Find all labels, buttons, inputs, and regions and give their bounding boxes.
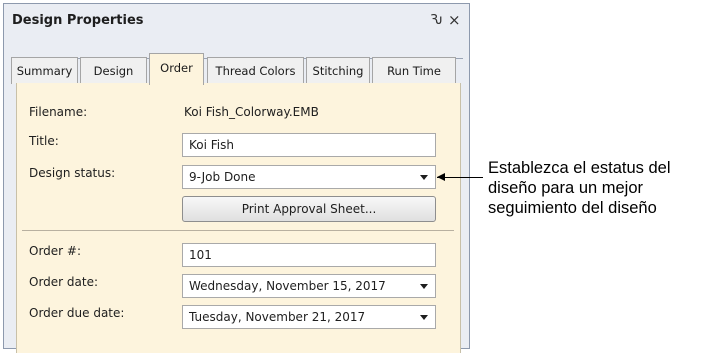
order-number-input[interactable]: 101 (182, 243, 436, 267)
order-due-date-value: Tuesday, November 21, 2017 (189, 310, 366, 324)
print-approval-sheet-button[interactable]: Print Approval Sheet... (182, 196, 436, 222)
callout-annotation: Establezca el estatus del diseño para un… (488, 158, 724, 218)
chevron-down-icon[interactable] (420, 175, 428, 180)
tab-order[interactable]: Order (149, 53, 204, 85)
close-icon[interactable]: × (448, 11, 461, 29)
callout-arrow-icon (437, 173, 445, 181)
tab-stitching[interactable]: Stitching (306, 57, 370, 84)
panel-titlebar: Design Properties Ԅ × (4, 4, 469, 37)
order-date-picker[interactable]: Wednesday, November 15, 2017 (182, 274, 436, 298)
order-number-label: Order #: (29, 244, 82, 258)
tab-run-time-label: Run Time (387, 64, 441, 78)
design-status-select[interactable]: 9-Job Done (182, 165, 436, 189)
title-label: Title: (29, 134, 59, 148)
tab-design[interactable]: Design (80, 57, 147, 84)
tab-design-label: Design (93, 64, 134, 78)
callout-line-1: Establezca el estatus del (488, 159, 671, 177)
design-status-value: 9-Job Done (189, 170, 256, 184)
filename-label: Filename: (29, 105, 88, 119)
callout-line-2: diseño para un mejor (488, 179, 644, 197)
pin-icon[interactable]: Ԅ (430, 13, 443, 28)
tab-order-label: Order (160, 61, 193, 75)
order-due-date-picker[interactable]: Tuesday, November 21, 2017 (182, 305, 436, 329)
order-date-value: Wednesday, November 15, 2017 (189, 279, 386, 293)
design-status-label: Design status: (29, 166, 116, 180)
tab-run-time[interactable]: Run Time (372, 57, 456, 84)
section-divider (22, 230, 454, 231)
tab-stitching-label: Stitching (312, 64, 364, 78)
order-due-date-label: Order due date: (29, 306, 125, 320)
chevron-down-icon[interactable] (420, 284, 428, 289)
tab-thread-colors-label: Thread Colors (215, 64, 296, 78)
title-input[interactable]: Koi Fish (182, 133, 436, 157)
design-properties-panel: Design Properties Ԅ × Summary Design Ord… (3, 3, 470, 353)
order-date-label: Order date: (29, 275, 99, 289)
panel-title: Design Properties (12, 13, 144, 28)
callout-line-3: seguimiento del diseño (488, 199, 657, 217)
filename-value: Koi Fish_Colorway.EMB (184, 105, 319, 119)
chevron-down-icon[interactable] (420, 315, 428, 320)
tab-thread-colors[interactable]: Thread Colors (207, 57, 304, 84)
tab-summary-label: Summary (16, 64, 73, 78)
tab-summary[interactable]: Summary (11, 57, 78, 84)
